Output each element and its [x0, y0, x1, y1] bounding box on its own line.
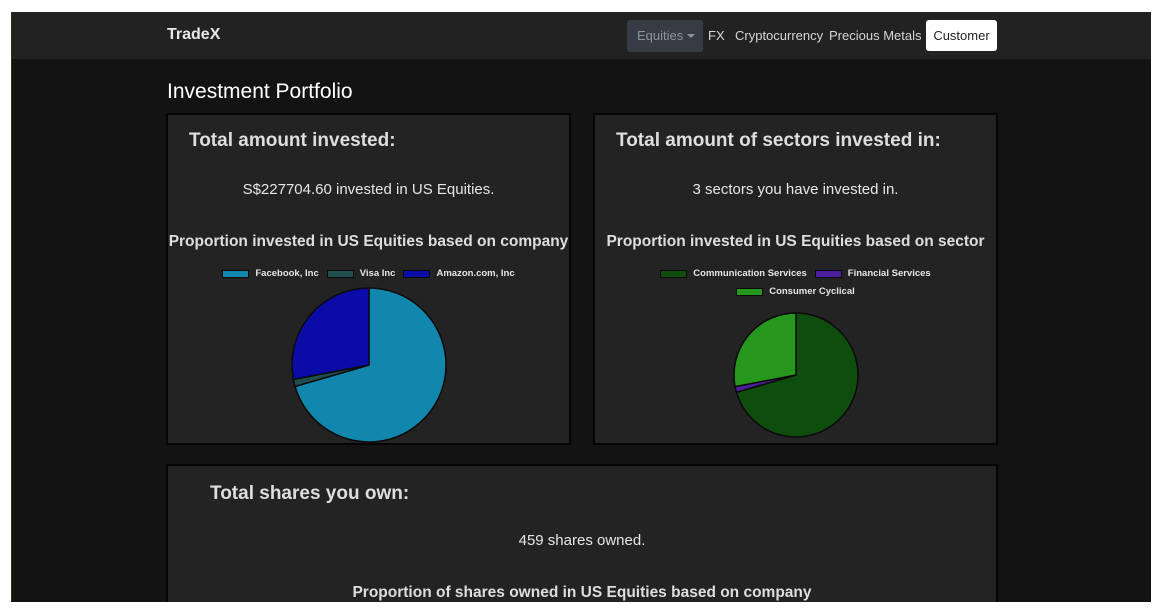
shares-chart-title: Proportion of shares owned in US Equitie… — [352, 584, 812, 601]
app-window: TradeX Equities FX Cryptocurrency Precio… — [11, 12, 1151, 602]
customer-button[interactable]: Customer — [926, 20, 997, 51]
legend-label: Visa Inc — [359, 268, 396, 279]
legend-item[interactable]: Amazon.com, Inc — [403, 268, 515, 279]
legend-label: Financial Services — [847, 268, 931, 279]
company-chart-legend: Facebook, Inc Visa Inc Amazon.com, Inc — [168, 268, 569, 279]
legend-swatch — [222, 269, 250, 278]
legend-label: Communication Services — [693, 268, 807, 279]
navbar: TradeX Equities FX Cryptocurrency Precio… — [12, 12, 1151, 59]
equities-label: Equities — [637, 28, 684, 43]
nav-fx[interactable]: FX — [708, 28, 725, 43]
pie-slice[interactable] — [733, 312, 797, 388]
legend-swatch — [660, 269, 688, 278]
legend-item[interactable]: Facebook, Inc — [222, 268, 319, 279]
sector-chart-legend-row-1: Communication Services Financial Services — [595, 268, 996, 279]
invested-summary: S$227704.60 invested in US Equities. — [242, 181, 495, 198]
brand-logo[interactable]: TradeX — [167, 26, 220, 44]
caret-down-icon — [687, 34, 695, 38]
shares-heading: Total shares you own: — [210, 483, 410, 504]
legend-item[interactable]: Financial Services — [814, 268, 931, 279]
legend-item[interactable]: Visa Inc — [326, 268, 396, 279]
legend-label: Consumer Cyclical — [769, 286, 855, 297]
legend-label: Amazon.com, Inc — [436, 268, 515, 279]
nav-precious-metals[interactable]: Precious Metals — [829, 28, 921, 43]
invested-heading: Total amount invested: — [189, 130, 396, 151]
company-pie-chart — [291, 287, 447, 443]
sectors-summary: 3 sectors you have invested in. — [692, 181, 899, 198]
sector-chart-title: Proportion invested in US Equities based… — [606, 233, 985, 250]
legend-swatch — [403, 269, 431, 278]
company-chart-title: Proportion invested in US Equities based… — [168, 233, 569, 250]
sectors-card: Total amount of sectors invested in: 3 s… — [593, 113, 998, 445]
shares-card: Total shares you own: 459 shares owned. … — [166, 464, 998, 602]
page-title: Investment Portfolio — [167, 80, 353, 103]
sector-chart-legend-row-2: Consumer Cyclical — [595, 286, 996, 297]
legend-swatch — [326, 269, 354, 278]
legend-swatch — [814, 269, 842, 278]
equities-dropdown[interactable]: Equities — [627, 20, 703, 52]
legend-item[interactable]: Communication Services — [660, 268, 807, 279]
shares-summary: 459 shares owned. — [518, 532, 646, 549]
invested-card: Total amount invested: S$227704.60 inves… — [166, 113, 571, 445]
pie-slice[interactable] — [291, 287, 370, 381]
nav-cryptocurrency[interactable]: Cryptocurrency — [735, 28, 823, 43]
legend-swatch — [736, 287, 764, 296]
legend-label: Facebook, Inc — [255, 268, 319, 279]
sector-pie-chart — [733, 312, 859, 438]
sectors-heading: Total amount of sectors invested in: — [616, 130, 941, 151]
legend-item[interactable]: Consumer Cyclical — [736, 286, 855, 297]
